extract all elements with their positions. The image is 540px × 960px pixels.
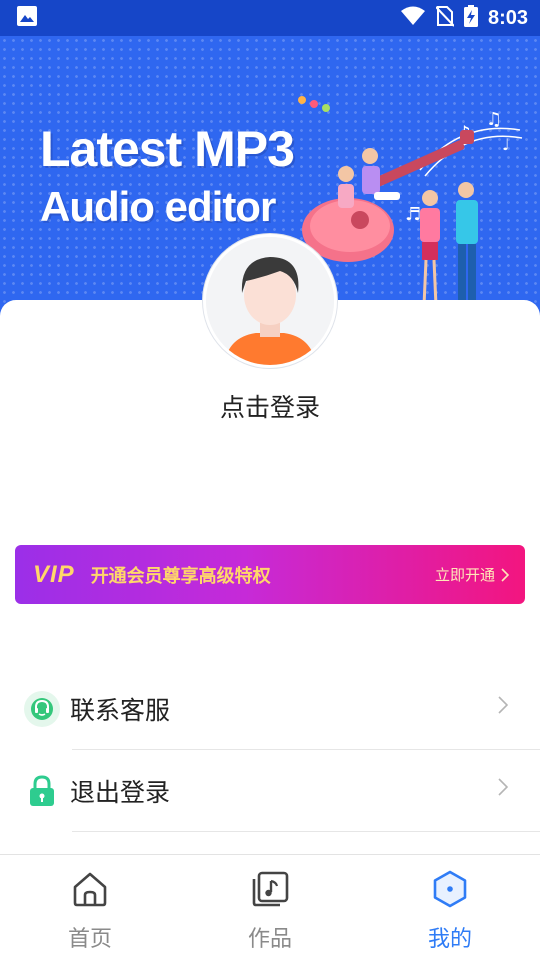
banner-title: Latest MP3 Audio editor — [40, 120, 295, 236]
profile-hex-icon — [433, 870, 467, 908]
lock-icon — [24, 773, 60, 809]
chevron-right-icon — [498, 696, 508, 714]
settings-menu: 联系客服 退出登录 — [0, 668, 540, 832]
status-time: 8:03 — [487, 6, 528, 29]
tab-label: 首页 — [67, 927, 112, 952]
banner-title-line2: Audio editor — [40, 183, 276, 230]
bottom-nav: 首页 作品 我的 — [0, 854, 540, 960]
vip-open-label: 立即开通 — [434, 566, 495, 584]
status-bar: 8:03 — [0, 0, 540, 36]
home-icon — [73, 872, 107, 907]
vip-banner[interactable]: VIP 开通会员尊享高级特权 立即开通 — [15, 545, 525, 604]
menu-item-logout[interactable]: 退出登录 — [0, 750, 540, 832]
tab-mine[interactable]: 我的 — [360, 855, 540, 960]
customer-service-icon — [24, 691, 60, 727]
vip-benefit-text: 开通会员尊享高级特权 — [90, 565, 271, 587]
banner-title-line1: Latest MP3 — [40, 121, 295, 177]
svg-text:♫: ♫ — [486, 109, 502, 130]
no-sim-icon — [435, 5, 455, 31]
menu-item-label: 退出登录 — [70, 778, 171, 807]
menu-item-contact-service[interactable]: 联系客服 — [0, 668, 540, 750]
tab-works[interactable]: 作品 — [180, 855, 360, 960]
divider — [72, 831, 540, 832]
wifi-icon — [400, 5, 426, 31]
chevron-right-icon — [501, 567, 509, 582]
gallery-notification-icon — [16, 5, 38, 31]
user-avatar[interactable] — [203, 234, 337, 368]
menu-item-label: 联系客服 — [70, 696, 171, 725]
default-avatar-icon — [206, 237, 334, 365]
vip-open-button[interactable]: 立即开通 — [435, 564, 509, 585]
battery-charging-icon — [463, 5, 478, 31]
tab-label: 我的 — [427, 927, 472, 952]
svg-text:♩: ♩ — [502, 135, 510, 154]
tab-label: 作品 — [247, 927, 292, 952]
login-prompt[interactable]: 点击登录 — [0, 388, 540, 424]
tab-home[interactable]: 首页 — [0, 855, 180, 960]
svg-text:♬: ♬ — [405, 204, 421, 225]
chevron-right-icon — [498, 778, 508, 796]
works-icon — [252, 871, 289, 907]
vip-logo: VIP — [33, 560, 75, 588]
